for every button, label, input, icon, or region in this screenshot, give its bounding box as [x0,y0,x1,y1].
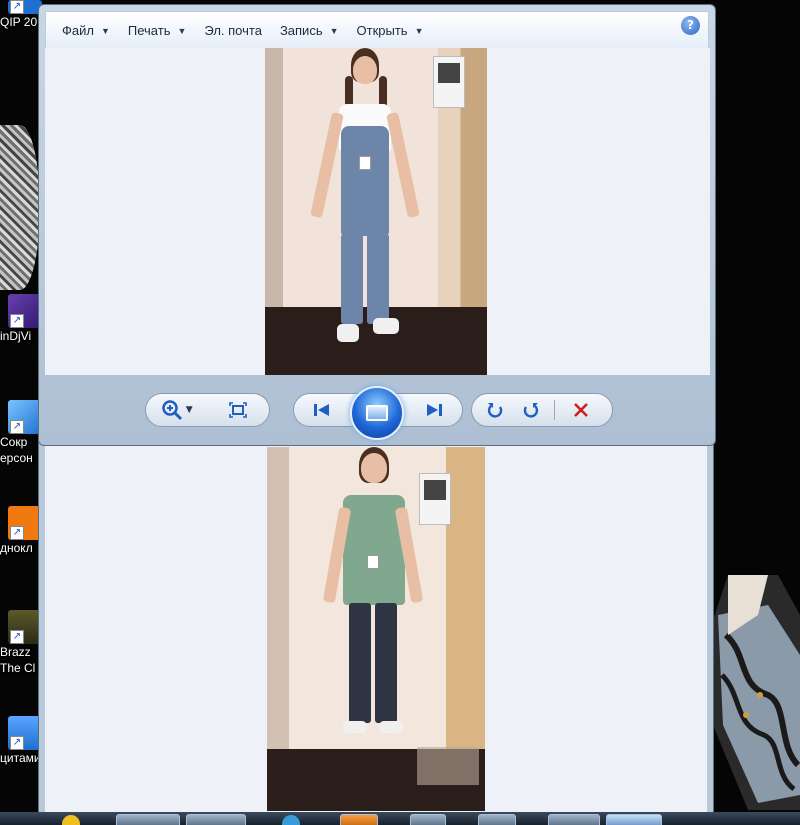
chevron-down-icon: ▼ [177,25,187,36]
photo-woman [267,447,485,811]
taskbar-button-skype[interactable] [186,814,246,825]
taskbar-button-opera[interactable] [116,814,180,825]
taskbar-button-photo-viewer[interactable] [606,814,662,825]
chrome-taskbar-icon[interactable] [62,815,80,825]
rotate-right-icon [523,403,539,418]
menu-burn[interactable]: Запись ▼ [274,18,351,44]
toolbar-separator [554,400,555,420]
slideshow-icon [366,405,388,421]
image-viewport [45,48,710,375]
photo-viewer-window[interactable]: Файл ▼ Печать ▼ Эл. почта Запись ▼ Откры… [38,4,716,446]
next-icon [427,404,443,416]
zoom-icon [162,400,182,421]
album-icon [8,610,42,644]
taskbar-button-app3[interactable] [548,814,600,825]
rotate-right-button[interactable] [512,393,550,427]
wallpaper-knife [708,575,800,810]
delete-icon [574,403,588,417]
taskbar-button-ok[interactable] [340,814,378,825]
menu-file[interactable]: Файл ▼ [56,18,122,44]
chevron-down-icon: ▼ [414,25,424,36]
taskbar [0,812,800,825]
menu-open-label: Открыть [356,23,408,38]
rotate-left-icon [487,403,503,418]
slideshow-button[interactable] [350,386,404,440]
qip-icon [8,0,42,14]
menu-email-label: Эл. почта [204,23,262,38]
image-viewport-back [45,443,707,815]
next-button[interactable] [407,393,462,427]
odnoklassniki-icon [8,506,42,540]
photo-viewer-window-back[interactable] [38,418,714,818]
menu-burn-label: Запись [279,23,323,38]
ie-taskbar-icon[interactable] [282,815,300,825]
recovery-icon [8,400,42,434]
help-icon[interactable]: ? [681,16,700,35]
edit-group [471,393,613,427]
menu-file-label: Файл [62,23,94,38]
previous-icon [313,404,329,416]
menu-print-label: Печать [127,23,171,38]
actual-size-button[interactable] [208,393,270,427]
menu-bar: Файл ▼ Печать ▼ Эл. почта Запись ▼ Откры… [45,11,709,49]
menu-email[interactable]: Эл. почта [198,18,274,44]
viewer-controls: ▼ [39,385,715,445]
menu-print[interactable]: Печать ▼ [122,18,199,44]
windjview-icon [8,294,42,328]
previous-button[interactable] [294,393,349,427]
taskbar-button-app[interactable] [410,814,446,825]
wallpaper-ornament [0,125,40,290]
taskbar-button-app2[interactable] [478,814,516,825]
chevron-down-icon: ▼ [185,405,193,415]
zoom-group: ▼ [145,393,270,427]
rotate-left-button[interactable] [478,393,512,427]
desktop: QIP 20 inDjVi Сокр ерсон днокл Brazz The… [0,0,800,825]
doc-icon [8,716,42,750]
photo-girl [265,48,487,375]
chevron-down-icon: ▼ [329,25,339,36]
menu-open[interactable]: Открыть ▼ [351,18,436,44]
actual-size-icon [229,402,248,418]
zoom-button[interactable]: ▼ [146,393,208,427]
delete-button[interactable] [559,393,603,427]
chevron-down-icon: ▼ [100,25,110,36]
